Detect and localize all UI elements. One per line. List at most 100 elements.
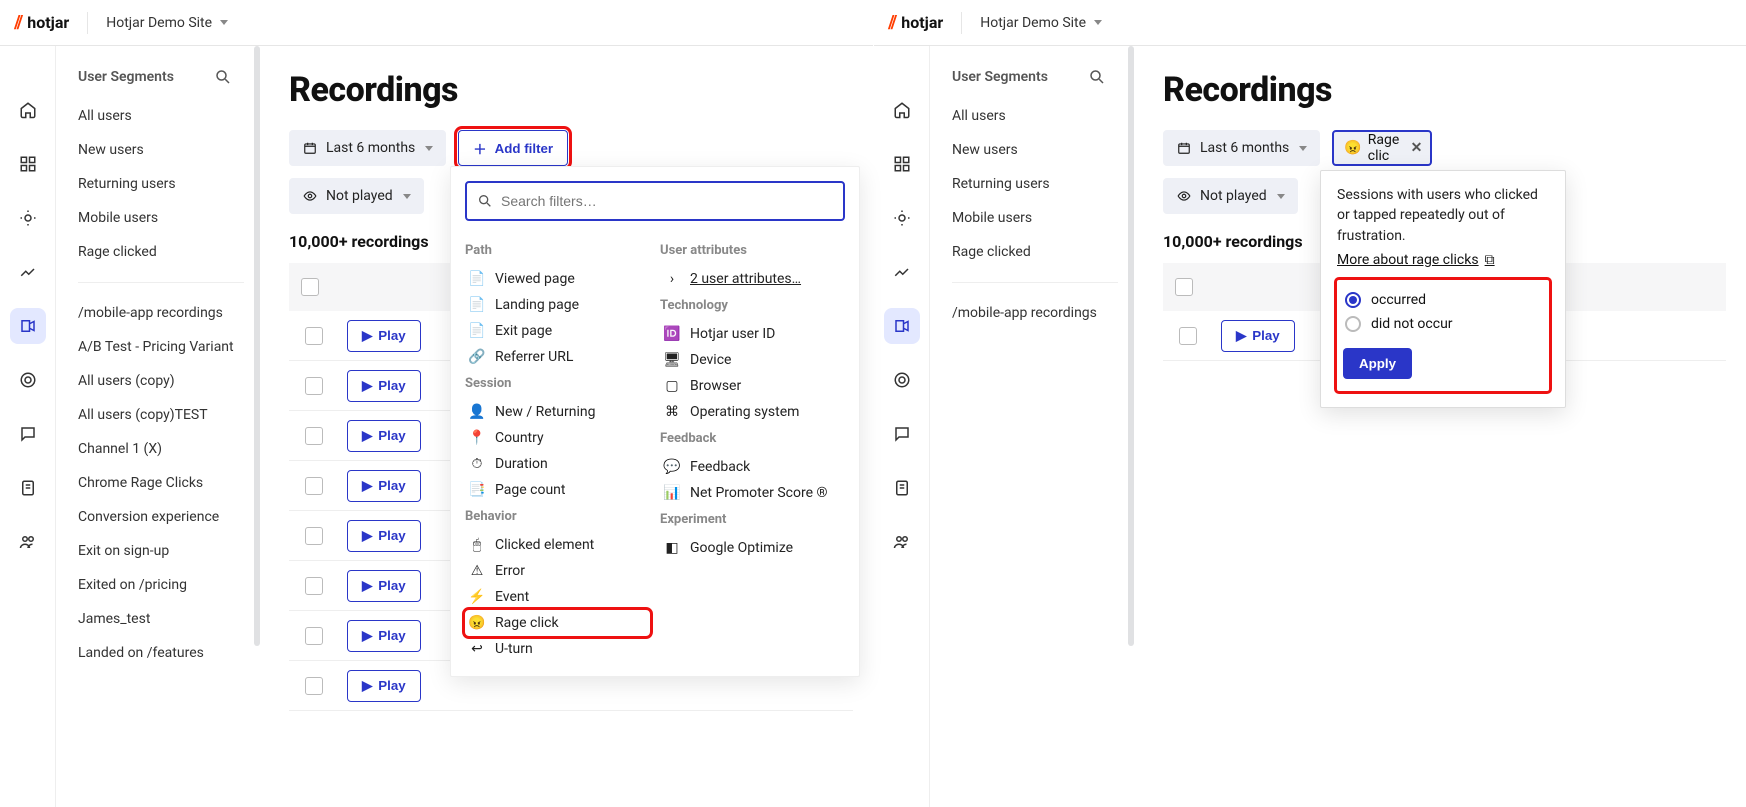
segment-item[interactable]: /mobile-app recordings [952, 305, 1124, 321]
add-filter-button[interactable]: ＋ Add filter [458, 130, 568, 166]
filter-rage-click[interactable]: 😠Rage click [465, 610, 650, 636]
row-checkbox[interactable] [305, 427, 323, 445]
filter-os[interactable]: ⌘Operating system [660, 399, 845, 425]
rail-surveys[interactable] [10, 470, 46, 506]
site-picker[interactable]: Hotjar Demo Site [106, 15, 228, 31]
close-icon[interactable]: ✕ [1411, 140, 1423, 156]
play-button[interactable]: ▶Play [347, 320, 421, 352]
filter-duration[interactable]: ⏱Duration [465, 451, 650, 477]
play-button[interactable]: ▶Play [1221, 320, 1295, 352]
segment-item[interactable]: Returning users [952, 176, 1124, 192]
filter-optimize[interactable]: ◧Google Optimize [660, 535, 845, 561]
filter-u-turn[interactable]: ↩U-turn [465, 636, 650, 662]
segment-item[interactable]: Mobile users [78, 210, 250, 226]
site-picker[interactable]: Hotjar Demo Site [980, 15, 1102, 31]
filter-new-returning[interactable]: 👤New / Returning [465, 399, 650, 425]
radio-did-not-occur[interactable]: did not occur [1343, 312, 1543, 336]
segment-item[interactable]: Mobile users [952, 210, 1124, 226]
filter-nps[interactable]: 📊Net Promoter Score ® [660, 480, 845, 506]
rage-more-link[interactable]: More about rage clicks ⧉ [1337, 252, 1495, 268]
rail-highlights[interactable] [10, 200, 46, 236]
segment-item[interactable]: James_test [78, 611, 250, 627]
filter-landing-page[interactable]: 📄Landing page [465, 292, 650, 318]
segment-item[interactable]: Conversion experience [78, 509, 250, 525]
filter-page-count[interactable]: 📑Page count [465, 477, 650, 503]
segment-item[interactable]: Chrome Rage Clicks [78, 475, 250, 491]
segment-item[interactable]: All users [952, 108, 1124, 124]
rail-feedback[interactable] [10, 416, 46, 452]
apply-button[interactable]: Apply [1343, 348, 1412, 379]
rail-heatmaps[interactable] [10, 362, 46, 398]
rage-filter-chip[interactable]: 😠 Rage clic ✕ [1332, 130, 1432, 166]
play-button[interactable]: ▶Play [347, 570, 421, 602]
filter-event[interactable]: ⚡Event [465, 584, 650, 610]
segment-item[interactable]: Exited on /pricing [78, 577, 250, 593]
filter-search[interactable] [465, 181, 845, 221]
date-filter[interactable]: Last 6 months [1163, 130, 1320, 166]
row-checkbox[interactable] [305, 527, 323, 545]
divider [87, 12, 88, 34]
segment-item[interactable]: New users [78, 142, 250, 158]
rail-recordings[interactable] [10, 308, 46, 344]
radio-occurred[interactable]: occurred [1343, 288, 1543, 312]
not-played-filter[interactable]: Not played [289, 178, 424, 214]
filter-search-input[interactable] [501, 193, 833, 209]
row-checkbox[interactable] [305, 677, 323, 695]
rail-heatmaps[interactable] [884, 362, 920, 398]
rail-dashboards[interactable] [10, 146, 46, 182]
segment-item[interactable]: Rage clicked [78, 244, 250, 260]
select-all-checkbox[interactable] [1175, 278, 1193, 296]
play-button[interactable]: ▶Play [347, 520, 421, 552]
row-checkbox[interactable] [305, 377, 323, 395]
row-checkbox[interactable] [305, 327, 323, 345]
segment-item[interactable]: /mobile-app recordings [78, 305, 250, 321]
play-button[interactable]: ▶Play [347, 370, 421, 402]
row-checkbox[interactable] [305, 477, 323, 495]
search-icon[interactable] [1088, 68, 1106, 86]
play-label: Play [1252, 328, 1279, 343]
play-button[interactable]: ▶Play [347, 420, 421, 452]
rail-feedback[interactable] [884, 416, 920, 452]
segment-item[interactable]: All users (copy) [78, 373, 250, 389]
date-filter[interactable]: Last 6 months [289, 130, 446, 166]
segment-item[interactable]: A/B Test - Pricing Variant [78, 339, 250, 355]
rail-recordings[interactable] [884, 308, 920, 344]
filter-hotjar-id[interactable]: 🆔Hotjar user ID [660, 321, 845, 347]
segment-item[interactable]: All users (copy)TEST [78, 407, 250, 423]
play-button[interactable]: ▶Play [347, 620, 421, 652]
filter-device[interactable]: 🖥Device [660, 347, 845, 373]
filter-clicked-element[interactable]: 🖱Clicked element [465, 532, 650, 558]
row-checkbox[interactable] [305, 577, 323, 595]
select-all-checkbox[interactable] [301, 278, 319, 296]
filter-error[interactable]: ⚠Error [465, 558, 650, 584]
row-checkbox[interactable] [305, 627, 323, 645]
filter-browser[interactable]: ▢Browser [660, 373, 845, 399]
segment-item[interactable]: Channel 1 (X) [78, 441, 250, 457]
rail-users[interactable] [884, 524, 920, 560]
rail-trends[interactable] [10, 254, 46, 290]
segment-item[interactable]: Exit on sign-up [78, 543, 250, 559]
search-icon[interactable] [214, 68, 232, 86]
play-button[interactable]: ▶Play [347, 470, 421, 502]
rail-highlights[interactable] [884, 200, 920, 236]
rail-surveys[interactable] [884, 470, 920, 506]
row-checkbox[interactable] [1179, 327, 1197, 345]
filter-exit-page[interactable]: 📄Exit page [465, 318, 650, 344]
segment-item[interactable]: All users [78, 108, 250, 124]
segment-item[interactable]: Returning users [78, 176, 250, 192]
segment-item[interactable]: New users [952, 142, 1124, 158]
rail-home[interactable] [884, 92, 920, 128]
segment-item[interactable]: Landed on /features [78, 645, 250, 661]
segment-item[interactable]: Rage clicked [952, 244, 1124, 260]
play-button[interactable]: ▶Play [347, 670, 421, 702]
rail-trends[interactable] [884, 254, 920, 290]
rail-users[interactable] [10, 524, 46, 560]
filter-country[interactable]: 📍Country [465, 425, 650, 451]
not-played-filter[interactable]: Not played [1163, 178, 1298, 214]
filter-viewed-page[interactable]: 📄Viewed page [465, 266, 650, 292]
filter-referrer-url[interactable]: 🔗Referrer URL [465, 344, 650, 370]
rail-dashboards[interactable] [884, 146, 920, 182]
filter-feedback[interactable]: 💬Feedback [660, 454, 845, 480]
rail-home[interactable] [10, 92, 46, 128]
filter-user-attributes[interactable]: ›2 user attributes… [660, 266, 845, 292]
